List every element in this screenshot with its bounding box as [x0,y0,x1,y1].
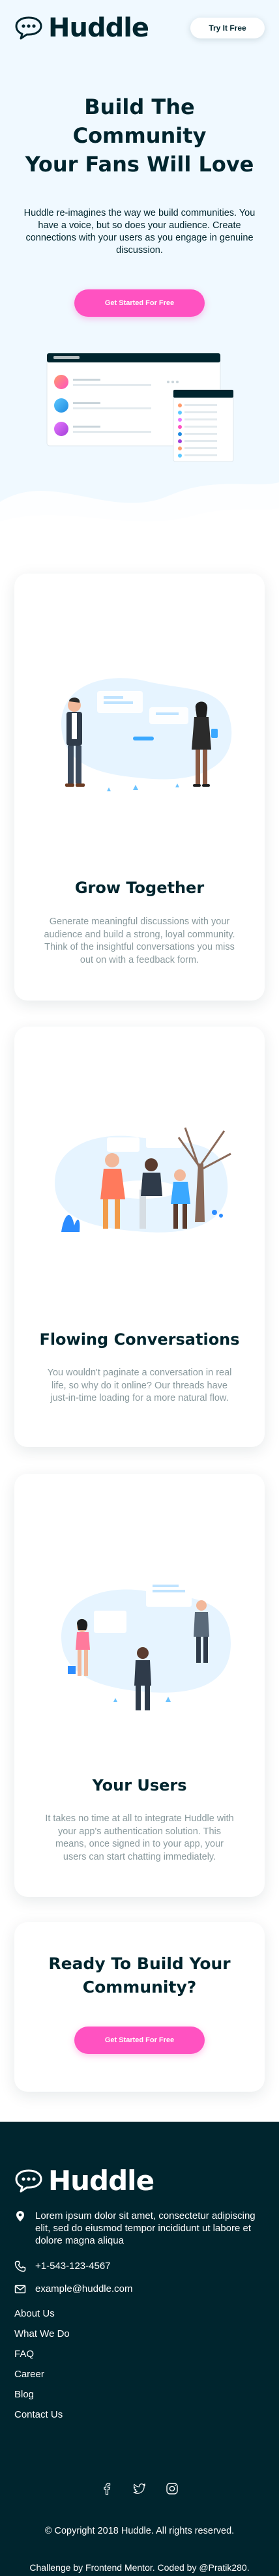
footer-link-what-we-do[interactable]: What We Do [14,2328,70,2339]
chat-bubble-icon [15,2169,42,2193]
footer-email: example@huddle.com [14,2283,265,2295]
footer-link-career[interactable]: Career [14,2369,44,2380]
hero-description: Huddle re-imagines the way we build comm… [23,208,256,256]
header-logo[interactable]: Huddle [14,15,149,41]
feature-card-flowing-conversations: Flowing Conversations You wouldn't pagin… [14,1027,265,1447]
mail-icon [14,2285,26,2294]
footer-address: Lorem ipsum dolor sit amet, consectetur … [14,2210,265,2247]
cta-title: Ready To Build Your Community? [14,1952,265,1999]
chat-bubble-icon [15,16,42,40]
flowing-conversations-illustration [55,1127,231,1233]
location-pin-icon [16,2211,24,2221]
try-it-free-button[interactable]: Try It Free [190,18,265,38]
email-text[interactable]: example@huddle.com [35,2283,132,2295]
footer: Huddle Lorem ipsum dolor sit amet, conse… [0,2122,279,2576]
footer-link-faq[interactable]: FAQ [14,2349,34,2360]
get-started-button[interactable]: Get Started For Free [74,289,205,317]
hero-title-line-2: Community [72,123,207,148]
footer-phone: +1-543-123-4567 [14,2260,265,2272]
footer-link-blog[interactable]: Blog [14,2389,34,2400]
address-text: Lorem ipsum dolor sit amet, consectetur … [35,2210,256,2246]
feature-card-grow-together: Grow Together Generate meaningful discus… [14,574,265,1001]
attribution-text: Challenge by Frontend Mentor. Coded by @… [29,2562,250,2573]
feature-title: Grow Together [74,879,205,897]
footer-link-about-us[interactable]: About Us [14,2308,55,2319]
copyright-text: © Copyright 2018 Huddle. All rights rese… [44,2526,235,2536]
cta-card: Ready To Build Your Community? Get Start… [14,1922,265,2092]
cta-title-line-2: Community? [82,1978,197,1997]
phone-icon [14,2261,26,2272]
social-links [0,2482,279,2495]
feature-text: You wouldn't paginate a conversation in … [47,1368,232,1403]
footer-logo-text: Huddle [48,2165,154,2197]
footer-link-contact-us[interactable]: Contact Us [14,2409,63,2420]
logo-text: Huddle [48,13,149,43]
footer-logo[interactable]: Huddle [14,2167,154,2195]
grow-together-illustration [61,678,232,791]
hero-section: Huddle Try It Free Build The Community Y… [0,0,279,541]
hero-title-line-3: Your Fans Will Love [25,152,254,177]
hero-title-line-1: Build The [84,95,195,119]
header-bar: Huddle Try It Free [14,14,265,42]
phone-text[interactable]: +1-543-123-4567 [35,2260,111,2272]
hero-title: Build The Community Your Fans Will Love [13,93,266,179]
your-users-illustration [61,1578,231,1710]
get-started-button-bottom[interactable]: Get Started For Free [74,2027,205,2054]
feature-card-your-users: Your Users It takes no time at all to in… [14,1474,265,1897]
instagram-icon[interactable] [166,2482,179,2495]
feature-text: Generate meaningful discussions with you… [44,916,235,965]
app-mockup-illustration [46,353,234,462]
feature-text: It takes no time at all to integrate Hud… [45,1813,234,1862]
feature-title: Your Users [92,1776,187,1794]
feature-title: Flowing Conversations [39,1330,240,1349]
cta-title-line-1: Ready To Build Your [48,1954,231,1973]
facebook-icon[interactable] [100,2482,113,2495]
twitter-icon[interactable] [133,2482,146,2495]
